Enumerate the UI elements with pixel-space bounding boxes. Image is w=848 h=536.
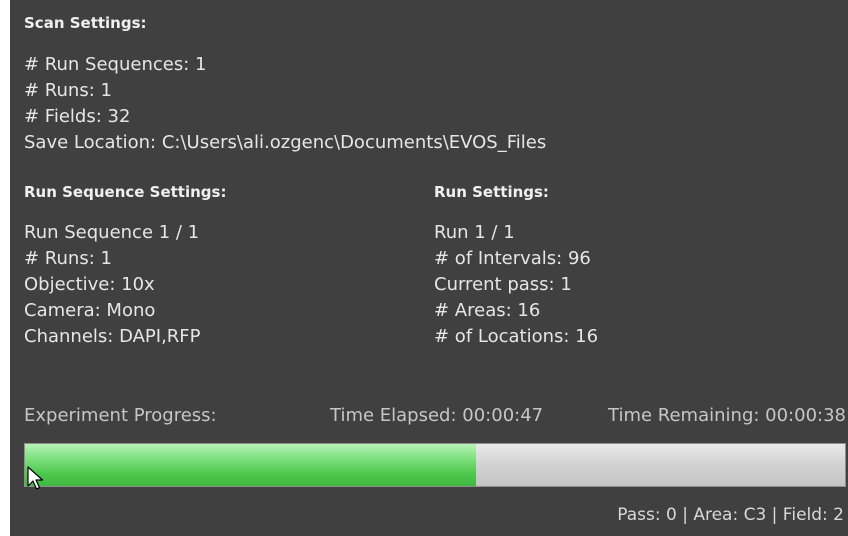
- run-current-pass: Current pass: 1: [434, 274, 572, 295]
- progress-info-row: Experiment Progress: Time Elapsed: 00:00…: [10, 405, 848, 435]
- time-elapsed: Time Elapsed: 00:00:47: [330, 405, 544, 426]
- scan-runs: # Runs: 1: [24, 80, 112, 101]
- run-sequence-settings-list: Run Sequence 1 / 1 # Runs: 1 Objective: …: [24, 220, 201, 350]
- experiment-status-panel: Scan Settings: # Run Sequences: 1 # Runs…: [10, 0, 848, 536]
- scan-run-sequences: # Run Sequences: 1: [24, 54, 207, 75]
- scan-settings-heading: Scan Settings:: [24, 14, 147, 32]
- run-areas: # Areas: 16: [434, 300, 541, 321]
- run-sequence-settings-heading: Run Sequence Settings:: [24, 183, 227, 201]
- time-remaining: Time Remaining: 00:00:38: [608, 405, 846, 426]
- run-index: Run 1 / 1: [434, 222, 515, 243]
- progress-bar-fill: [25, 444, 476, 486]
- experiment-progress-label: Experiment Progress:: [24, 405, 217, 426]
- run-sequence-index: Run Sequence 1 / 1: [24, 222, 200, 243]
- run-sequence-channels: Channels: DAPI,RFP: [24, 326, 201, 347]
- scan-save-location: Save Location: C:\Users\ali.ozgenc\Docum…: [24, 132, 547, 153]
- run-intervals: # of Intervals: 96: [434, 248, 591, 269]
- run-settings-list: Run 1 / 1 # of Intervals: 96 Current pas…: [434, 220, 598, 350]
- experiment-progress-bar: [24, 443, 846, 487]
- run-sequence-objective: Objective: 10x: [24, 274, 155, 295]
- run-sequence-camera: Camera: Mono: [24, 300, 156, 321]
- run-settings-heading: Run Settings:: [434, 183, 549, 201]
- scan-fields: # Fields: 32: [24, 106, 131, 127]
- run-sequence-runs: # Runs: 1: [24, 248, 112, 269]
- pass-area-field-status: Pass: 0 | Area: C3 | Field: 2: [617, 505, 844, 525]
- mouse-pointer-icon: [27, 466, 44, 490]
- run-locations: # of Locations: 16: [434, 326, 599, 347]
- scan-settings-list: # Run Sequences: 1 # Runs: 1 # Fields: 3…: [24, 52, 546, 156]
